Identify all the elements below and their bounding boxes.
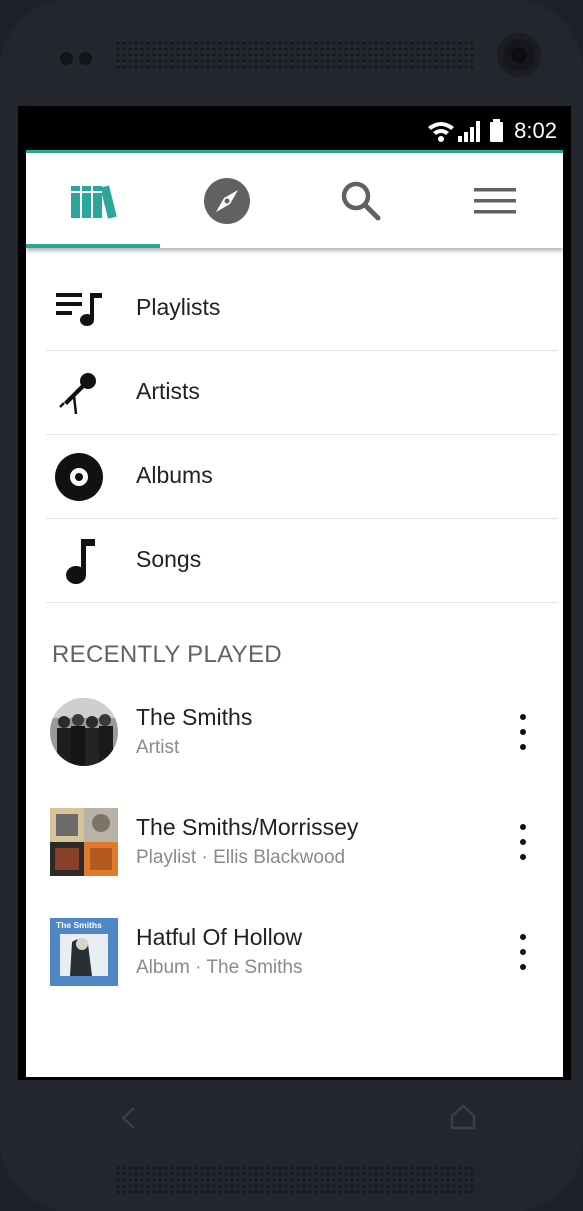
signal-icon xyxy=(458,121,480,142)
recent-item-owner: The Smiths xyxy=(206,957,303,978)
playlist-thumbnail xyxy=(50,808,118,876)
recent-item-subtitle: Playlist · Ellis Blackwood xyxy=(136,847,346,868)
hamburger-menu-icon xyxy=(474,187,516,213)
microphone-icon xyxy=(54,370,104,416)
tab-search[interactable] xyxy=(294,153,428,248)
recent-item-owner: Ellis Blackwood xyxy=(213,847,346,868)
app-content: Playlists Artists Albums Songs RECENTLY … xyxy=(26,150,563,1077)
recent-item[interactable]: The Smiths/Morrissey Playlist · Ellis Bl… xyxy=(26,808,563,898)
artist-thumbnail xyxy=(50,698,118,766)
library-books-icon xyxy=(71,185,117,219)
menu-item-label: Songs xyxy=(136,546,202,572)
status-time: 8:02 xyxy=(514,118,557,143)
recent-item[interactable]: The Smiths Hatful Of Hollow Album · The … xyxy=(26,918,563,1008)
screen: 8:02 Playlists Artists Albums Songs RECE… xyxy=(18,106,571,1080)
menu-item-songs[interactable]: Songs xyxy=(46,518,558,603)
menu-item-artists[interactable]: Artists xyxy=(46,350,558,435)
sensor-dots xyxy=(60,52,100,66)
recent-item-type: Artist xyxy=(136,737,180,758)
menu-item-label: Artists xyxy=(136,378,200,404)
home-nav-icon[interactable] xyxy=(449,1103,477,1131)
more-options-icon[interactable] xyxy=(511,934,535,970)
menu-item-playlists[interactable]: Playlists xyxy=(46,266,558,351)
recent-item-title: Hatful Of Hollow xyxy=(136,924,303,950)
recent-item-subtitle: Album · The Smiths xyxy=(136,957,303,978)
wifi-icon xyxy=(428,122,454,142)
status-icons xyxy=(428,119,503,142)
bottom-speaker xyxy=(115,1165,475,1195)
music-note-icon xyxy=(54,538,104,584)
recent-item-type: Album xyxy=(136,957,190,978)
album-cover-text: The Smiths xyxy=(56,920,102,930)
more-options-icon[interactable] xyxy=(511,824,535,860)
tab-explore[interactable] xyxy=(160,153,294,248)
album-thumbnail: The Smiths xyxy=(50,918,118,986)
playlist-icon xyxy=(54,286,104,332)
search-icon xyxy=(341,181,381,220)
menu-item-label: Albums xyxy=(136,462,213,488)
section-title-recently-played: RECENTLY PLAYED xyxy=(52,641,282,668)
battery-icon xyxy=(490,119,503,142)
earpiece-speaker xyxy=(115,40,475,70)
recent-item-type: Playlist xyxy=(136,847,197,868)
more-options-icon[interactable] xyxy=(511,714,535,750)
vinyl-disc-icon xyxy=(54,453,104,501)
tab-bar xyxy=(26,153,563,248)
recent-item-subtitle: Artist xyxy=(136,737,179,759)
recent-item-title: The Smiths/Morrissey xyxy=(136,814,359,840)
menu-item-label: Playlists xyxy=(136,294,221,320)
front-camera xyxy=(497,33,541,77)
status-bar: 8:02 xyxy=(18,106,571,152)
recent-item[interactable]: The Smiths Artist xyxy=(26,698,563,788)
phone-frame: 8:02 Playlists Artists Albums Songs RECE… xyxy=(0,0,583,1211)
menu-item-albums[interactable]: Albums xyxy=(46,434,558,519)
back-nav-icon[interactable] xyxy=(117,1105,143,1131)
tab-menu[interactable] xyxy=(428,153,562,248)
recent-item-title: The Smiths xyxy=(136,704,253,730)
compass-icon xyxy=(204,177,250,224)
tab-selected-indicator xyxy=(26,244,160,248)
tab-library[interactable] xyxy=(26,153,160,248)
